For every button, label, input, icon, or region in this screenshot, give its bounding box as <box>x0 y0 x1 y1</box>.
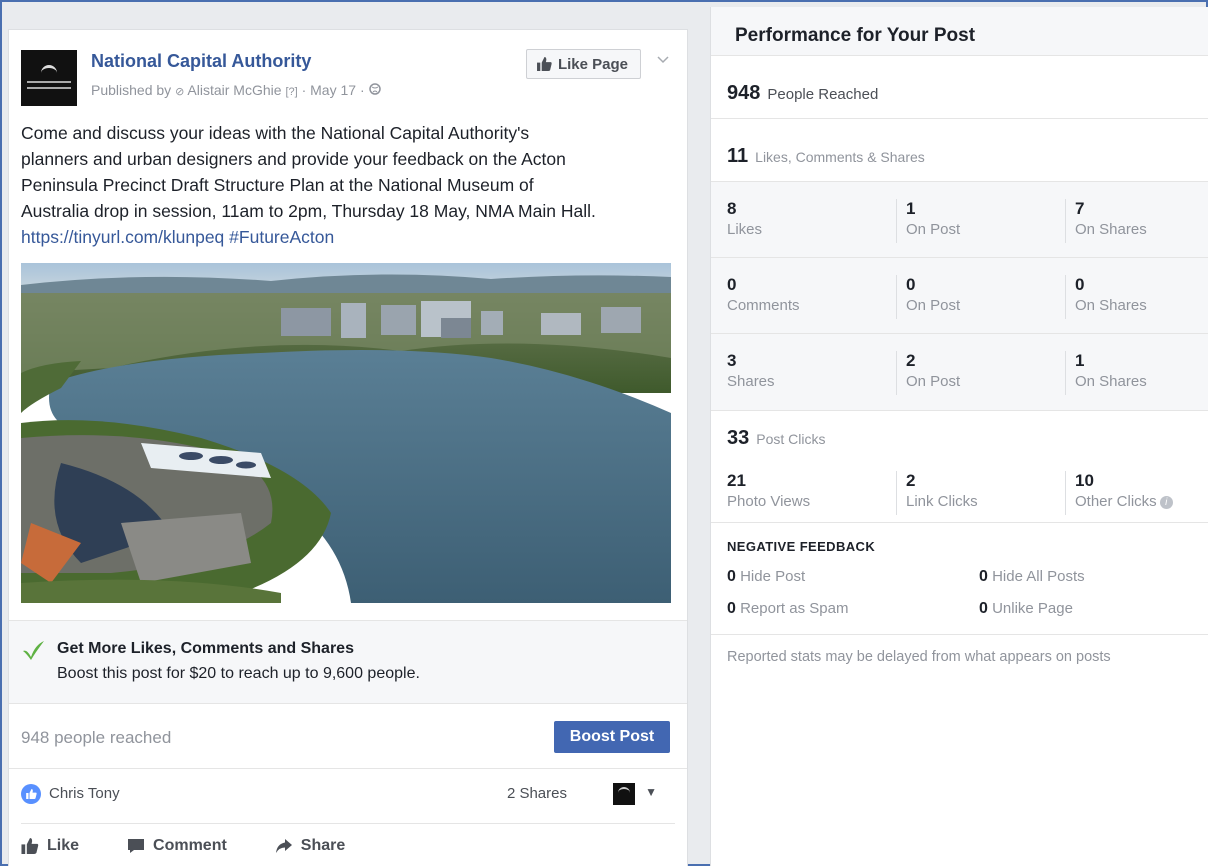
likes-on-post: 1 <box>906 199 916 218</box>
thumbs-up-icon <box>536 57 552 71</box>
on-post-label: On Post <box>906 297 961 314</box>
share-label: Share <box>300 837 346 854</box>
post-actions: Like Comment Share <box>21 825 675 866</box>
like-page-label: Like Page <box>557 55 628 73</box>
post-clicks-block: 33 Post Clicks 21 Photo Views 2 Link Click… <box>711 411 1208 523</box>
author-avatar-icon: ⊘ <box>175 86 185 98</box>
reach-row: 948 people reached Boost Post <box>9 704 687 769</box>
post-meta: Published by ⊘ Alistair McGhie [?] · May… <box>91 82 381 98</box>
info-icon[interactable]: i <box>1159 496 1173 509</box>
unlike-page-stat: 0 Unlike Page <box>979 600 1073 617</box>
tinyurl-link[interactable]: https://tinyurl.com/klunpeq <box>21 227 224 247</box>
likes-label: Likes <box>727 221 763 238</box>
engagement-row: 11 Likes, Comments & Shares <box>711 119 1208 182</box>
hide-all-posts-stat: 0 Hide All Posts <box>979 568 1085 585</box>
post-card: National Capital Authority Published by … <box>8 29 688 866</box>
other-clicks-label: Other Clicks <box>1075 493 1157 510</box>
like-reaction-icon <box>21 784 41 804</box>
stats-delay-note: Reported stats may be delayed from what … <box>727 649 1111 665</box>
globe-icon[interactable] <box>368 82 381 98</box>
photo-views-count: 21 <box>727 471 746 490</box>
like-label: Like <box>47 837 80 854</box>
likes-total: 8 <box>727 199 737 218</box>
share-button[interactable]: Share <box>275 837 345 855</box>
actor-avatar[interactable] <box>613 783 635 805</box>
post-date[interactable]: May 17 <box>310 82 356 98</box>
comments-on-post: 0 <box>906 275 916 294</box>
comment-label: Comment <box>153 837 227 854</box>
link-clicks-label: Link Clicks <box>906 493 978 510</box>
check-leaf-icon <box>21 639 45 666</box>
shares-row: 3 Shares 2 On Post 1 On Shares <box>711 334 1208 410</box>
on-post-label: On Post <box>906 221 961 238</box>
help-marker[interactable]: [?] <box>285 86 297 98</box>
post-photo[interactable] <box>21 263 671 603</box>
author-link[interactable]: Alistair McGhie <box>187 82 281 98</box>
like-button[interactable]: Like <box>21 837 79 855</box>
comments-row: 0 Comments 0 On Post 0 On Shares <box>711 258 1208 334</box>
promo-subtitle: Boost this post for $20 to reach up to 9… <box>57 665 420 682</box>
post-header: National Capital Authority Published by … <box>21 46 675 106</box>
comments-on-shares: 0 <box>1075 275 1085 294</box>
on-shares-label: On Shares <box>1075 373 1147 390</box>
shares-count-link[interactable]: 2 Shares <box>507 785 567 802</box>
negative-feedback-title: NEGATIVE FEEDBACK <box>727 539 876 554</box>
engagement-label: Likes, Comments & Shares <box>755 149 925 165</box>
hashtag-link[interactable]: #FutureActon <box>229 227 334 247</box>
shares-total: 3 <box>727 351 737 370</box>
post-links-line: https://tinyurl.com/klunpeq #FutureActon <box>21 224 681 250</box>
share-arrow-icon <box>275 839 292 853</box>
on-shares-label: On Shares <box>1075 297 1147 314</box>
likes-on-shares: 7 <box>1075 199 1085 218</box>
people-reached-count: 948 <box>727 82 761 104</box>
published-by-label: Published by <box>91 82 172 98</box>
thumbs-up-icon <box>21 838 39 854</box>
post-clicks-count: 33 <box>727 427 750 449</box>
post-clicks-label: Post Clicks <box>756 431 826 447</box>
post-text-line: Peninsula Precinct Draft Structure Plan … <box>21 175 534 195</box>
shares-on-post: 2 <box>906 351 916 370</box>
post-text-line: planners and urban designers and provide… <box>21 149 566 169</box>
other-clicks-count: 10 <box>1075 471 1094 490</box>
promo-title: Get More Likes, Comments and Shares <box>57 640 354 657</box>
report-spam-stat: 0 Report as Spam <box>727 600 849 617</box>
hide-post-stat: 0 Hide Post <box>727 568 806 585</box>
shares-on-shares: 1 <box>1075 351 1085 370</box>
boost-promo: Get More Likes, Comments and Shares Boos… <box>9 620 687 704</box>
comments-label: Comments <box>727 297 800 314</box>
chevron-down-icon[interactable] <box>653 50 673 70</box>
on-post-label: On Post <box>906 373 961 390</box>
like-page-button[interactable]: Like Page <box>525 49 641 79</box>
performance-panel: Performance for Your Post 948 People Rea… <box>710 7 1208 866</box>
people-reached-label: People Reached <box>767 86 879 103</box>
shares-label: Shares <box>727 373 775 390</box>
photo-views-label: Photo Views <box>727 493 811 510</box>
reactor-name-link[interactable]: Chris Tony <box>49 785 120 802</box>
crest-icon <box>41 65 57 75</box>
on-shares-label: On Shares <box>1075 221 1147 238</box>
caret-down-icon[interactable]: ▼ <box>645 785 657 799</box>
page-name-link[interactable]: National Capital Authority <box>91 51 311 72</box>
comment-button[interactable]: Comment <box>127 837 227 855</box>
engagement-count: 11 <box>727 145 749 167</box>
link-clicks-count: 2 <box>906 471 916 490</box>
negative-feedback-block: NEGATIVE FEEDBACK 0 Hide Post 0 Hide All… <box>711 523 1208 635</box>
page-avatar[interactable] <box>21 50 77 106</box>
comments-total: 0 <box>727 275 737 294</box>
post-text-line: Come and discuss your ideas with the Nat… <box>21 123 530 143</box>
comment-icon <box>128 839 145 853</box>
people-reached-row: 948 People Reached <box>711 56 1208 119</box>
performance-title: Performance for Your Post <box>711 7 1208 56</box>
people-reached-text: 948 people reached <box>21 728 172 747</box>
reactions-row: Chris Tony 2 Shares ▼ <box>21 770 675 824</box>
engagement-breakdown: 8 Likes 1 On Post 7 On Shares 0 Comments 0 On… <box>711 182 1208 411</box>
post-message: Come and discuss your ideas with the Nat… <box>21 120 681 250</box>
likes-row: 8 Likes 1 On Post 7 On Shares <box>711 182 1208 258</box>
boost-post-button[interactable]: Boost Post <box>554 721 670 753</box>
post-text-line: Australia drop in session, 11am to 2pm, … <box>21 201 596 221</box>
